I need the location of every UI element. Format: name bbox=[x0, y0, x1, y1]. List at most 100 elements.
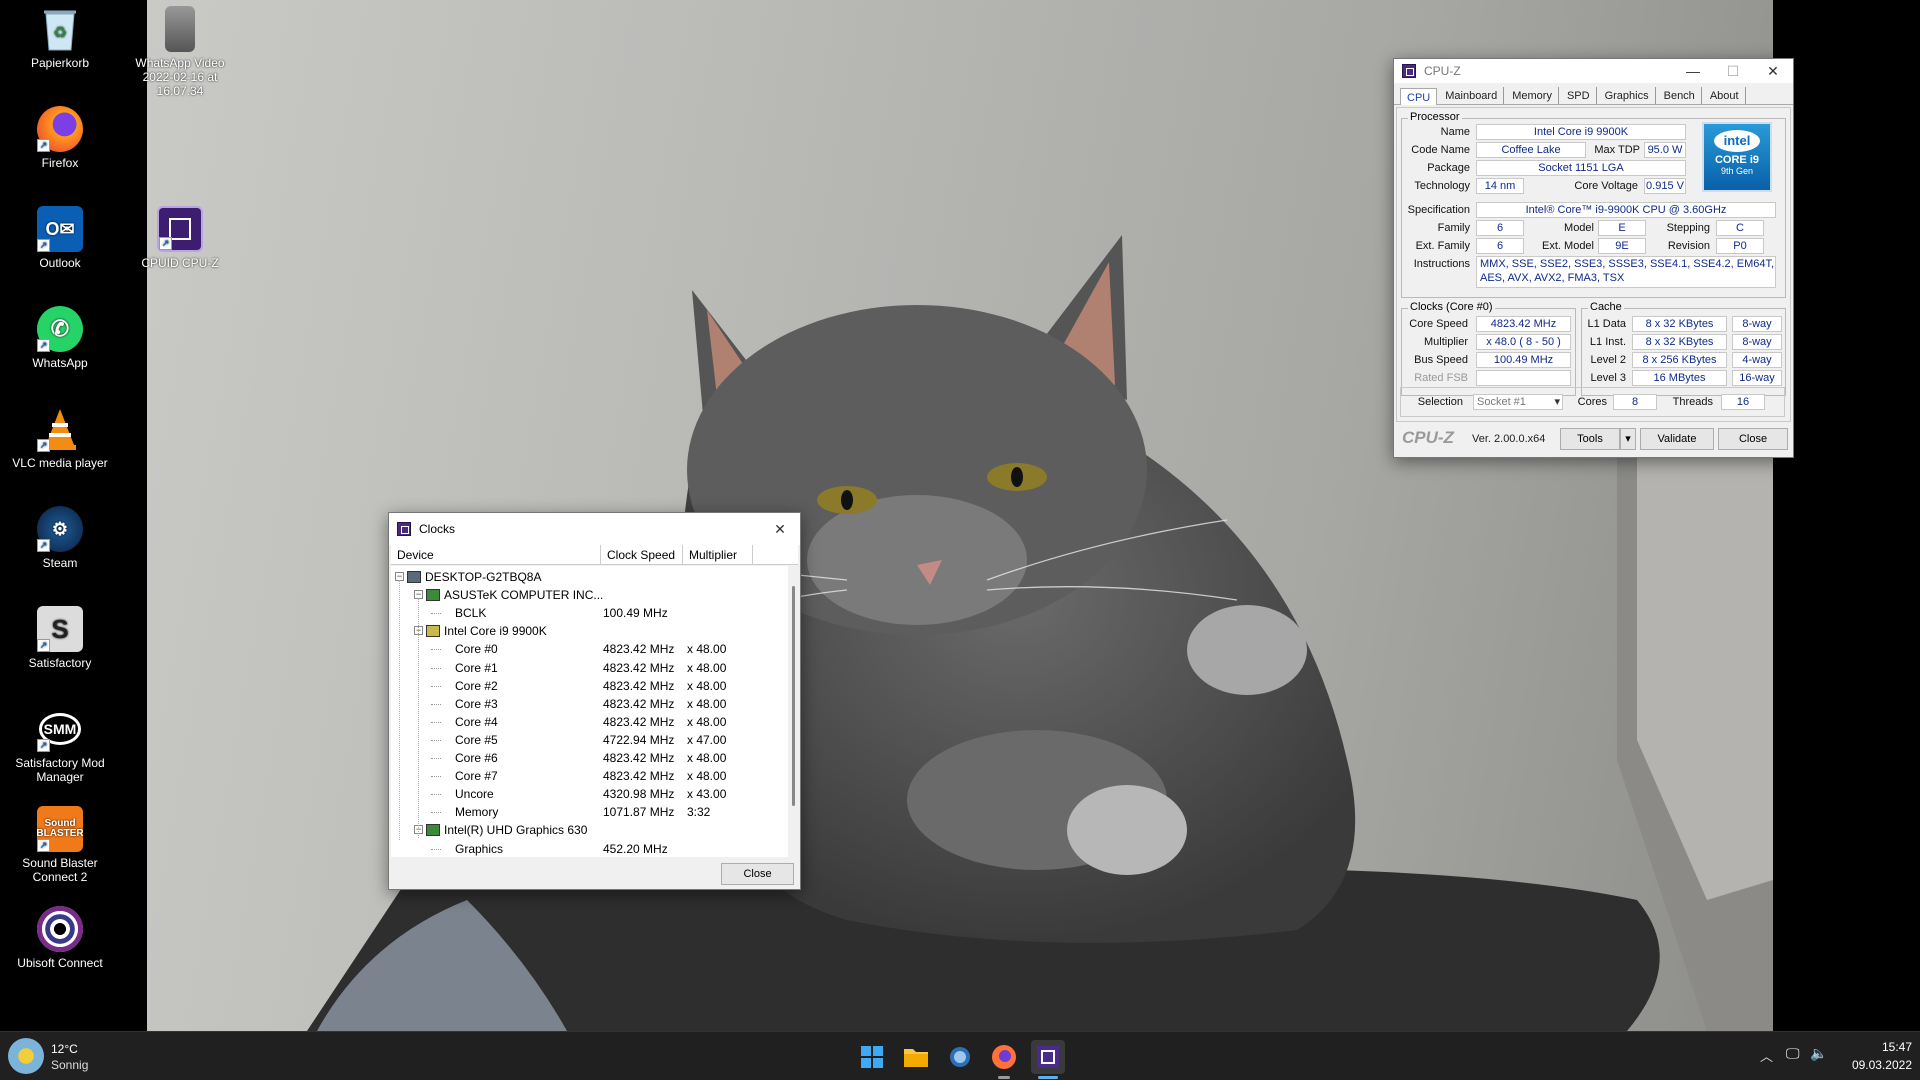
tab-cpu[interactable]: CPU bbox=[1400, 88, 1438, 105]
weather-desc[interactable]: Sonnig bbox=[51, 1058, 88, 1072]
desktop-icon-sound-blaster[interactable]: Sound BLASTER ↗ Sound Blaster Connect 2 bbox=[0, 806, 120, 884]
multiplier: x 48.00 bbox=[687, 642, 727, 657]
column-multiplier[interactable]: Multiplier bbox=[683, 545, 753, 564]
rated-fsb bbox=[1476, 370, 1571, 386]
desktop-icon-label: WhatsApp Video 2022-02-16 at 16.07.34 bbox=[135, 56, 225, 98]
desktop-icon-outlook[interactable]: O✉ ↗ Outlook bbox=[0, 206, 120, 270]
clock-speed: 4823.42 MHz bbox=[603, 678, 675, 693]
tree-row[interactable]: Core #6 4823.42 MHz x 48.00 bbox=[391, 749, 789, 767]
close-window-button[interactable]: ✕ bbox=[1753, 59, 1793, 83]
socket-select[interactable]: Socket #1 ▾ bbox=[1473, 394, 1563, 410]
smm-icon: SMM ↗ bbox=[37, 706, 83, 752]
tab-bench[interactable]: Bench bbox=[1658, 87, 1702, 104]
scrollbar[interactable] bbox=[788, 566, 800, 857]
chevron-down-icon: ▾ bbox=[1554, 396, 1560, 408]
field-label: Core Speed bbox=[1409, 318, 1468, 330]
desktop-icon-whatsapp[interactable]: ✆ ↗ WhatsApp bbox=[0, 306, 120, 370]
multiplier: x 48.0 ( 8 - 50 ) bbox=[1476, 334, 1571, 350]
desktop-icon-label: WhatsApp bbox=[32, 356, 88, 370]
column-clock-speed[interactable]: Clock Speed bbox=[601, 545, 683, 564]
tools-dropdown-button[interactable]: ▾ bbox=[1620, 428, 1636, 450]
desktop-icon-whatsapp-video[interactable]: WhatsApp Video 2022-02-16 at 16.07.34 bbox=[120, 6, 240, 98]
clocks-titlebar[interactable]: Clocks ✕ bbox=[389, 513, 800, 545]
tab-memory[interactable]: Memory bbox=[1506, 87, 1559, 104]
firefox-icon[interactable] bbox=[987, 1040, 1021, 1074]
tree-row[interactable]: Core #0 4823.42 MHz x 48.00 bbox=[391, 640, 789, 658]
weather-temp[interactable]: 12°C bbox=[51, 1042, 78, 1056]
desktop-icon-cpuz[interactable]: ↗ CPUID CPU-Z bbox=[120, 206, 240, 270]
cpuz-icon bbox=[1402, 64, 1416, 78]
desktop-icon-firefox[interactable]: ↗ Firefox bbox=[0, 106, 120, 170]
tree-row[interactable]: − Intel(R) UHD Graphics 630 bbox=[391, 821, 789, 839]
maximize-button[interactable]: ☐ bbox=[1713, 59, 1753, 83]
tree-row[interactable]: Core #5 4722.94 MHz x 47.00 bbox=[391, 731, 789, 749]
validate-button[interactable]: Validate bbox=[1640, 428, 1714, 450]
chevron-up-icon[interactable]: ︿ bbox=[1760, 1046, 1773, 1065]
cpuz-icon[interactable] bbox=[1031, 1040, 1065, 1074]
tree-row[interactable]: BCLK 100.49 MHz bbox=[391, 604, 789, 622]
tools-button[interactable]: Tools bbox=[1560, 428, 1620, 450]
tree-row[interactable]: Core #2 4823.42 MHz x 48.00 bbox=[391, 677, 789, 695]
tree-row[interactable]: Core #3 4823.42 MHz x 48.00 bbox=[391, 695, 789, 713]
cpuz-titlebar[interactable]: CPU-Z — ☐ ✕ bbox=[1394, 59, 1793, 83]
tree-line bbox=[431, 667, 441, 669]
ubisoft-icon bbox=[37, 906, 83, 952]
desktop-icon-label: Satisfactory bbox=[28, 656, 92, 670]
close-button[interactable]: Close bbox=[1718, 428, 1788, 450]
tree-guide bbox=[399, 580, 400, 840]
desktop-icon-satisfactory[interactable]: S ↗ Satisfactory bbox=[0, 606, 120, 670]
volume-icon[interactable]: 🔈 bbox=[1810, 1045, 1827, 1062]
device-name: Core #1 bbox=[455, 660, 498, 675]
desktop-icon-ubisoft[interactable]: Ubisoft Connect bbox=[0, 906, 120, 970]
file-explorer-icon[interactable] bbox=[899, 1040, 933, 1074]
tab-graphics[interactable]: Graphics bbox=[1599, 87, 1656, 104]
desktop-icon-vlc[interactable]: ↗ VLC media player bbox=[0, 406, 120, 470]
tree-line bbox=[431, 703, 441, 705]
desktop-icon-steam[interactable]: ⚙ ↗ Steam bbox=[0, 506, 120, 570]
tree-row[interactable]: − Intel Core i9 9900K bbox=[391, 622, 789, 640]
tree-line bbox=[431, 739, 441, 741]
desktop-icon-label: VLC media player bbox=[12, 456, 108, 470]
whatsapp-icon: ✆ ↗ bbox=[37, 306, 83, 352]
threads: 16 bbox=[1721, 394, 1765, 410]
device-name: DESKTOP-G2TBQ8A bbox=[425, 570, 542, 584]
tree-row[interactable]: − DESKTOP-G2TBQ8A bbox=[391, 568, 789, 586]
minimize-button[interactable]: — bbox=[1673, 59, 1713, 83]
tree-row[interactable]: Uncore 4320.98 MHz x 43.00 bbox=[391, 785, 789, 803]
clocks-tree: − DESKTOP-G2TBQ8A − ASUSTeK COMPUTER INC...… bbox=[391, 566, 789, 857]
field-label: Revision bbox=[1667, 240, 1710, 252]
tree-row[interactable]: − ASUSTeK COMPUTER INC... bbox=[391, 586, 789, 604]
weather-sun-icon[interactable] bbox=[8, 1038, 44, 1074]
l1-data: 8 x 32 KBytes bbox=[1632, 316, 1727, 332]
tab-about[interactable]: About bbox=[1704, 87, 1746, 104]
specification: Intel® Core™ i9-9900K CPU @ 3.60GHz bbox=[1476, 202, 1776, 218]
device-name: Intel(R) UHD Graphics 630 bbox=[444, 823, 588, 838]
start-icon[interactable] bbox=[855, 1040, 889, 1074]
close-button[interactable]: Close bbox=[721, 863, 794, 885]
device-name: Core #7 bbox=[455, 769, 498, 784]
cpuz-footer: CPU-Z Ver. 2.00.0.x64 Tools ▾ Validate C… bbox=[1394, 425, 1793, 455]
tree-row[interactable]: Core #1 4823.42 MHz x 48.00 bbox=[391, 659, 789, 677]
recycle-bin-icon: ♻ bbox=[37, 6, 83, 52]
tree-row[interactable]: Memory 1071.87 MHz 3:32 bbox=[391, 803, 789, 821]
level-3: 16 MBytes bbox=[1632, 370, 1727, 386]
tree-row[interactable]: Core #4 4823.42 MHz x 48.00 bbox=[391, 713, 789, 731]
tab-mainboard[interactable]: Mainboard bbox=[1439, 87, 1505, 104]
column-device[interactable]: Device bbox=[391, 545, 601, 564]
tab-spd[interactable]: SPD bbox=[1561, 87, 1597, 104]
clock-time[interactable]: 15:47 bbox=[1848, 1040, 1912, 1054]
desktop-icon-label: Sound Blaster Connect 2 bbox=[22, 856, 98, 884]
core-speed: 4823.42 MHz bbox=[1476, 316, 1571, 332]
desktop-icon-recycle-bin[interactable]: ♻ Papierkorb bbox=[0, 6, 120, 70]
clock-speed: 4823.42 MHz bbox=[603, 769, 675, 784]
field-label: Multiplier bbox=[1423, 336, 1468, 348]
tree-row[interactable]: Graphics 452.20 MHz bbox=[391, 840, 789, 858]
field-label: L1 Inst. bbox=[1589, 336, 1626, 348]
scrollbar-thumb[interactable] bbox=[792, 586, 795, 806]
clock-date[interactable]: 09.03.2022 bbox=[1838, 1058, 1912, 1072]
cortana-icon[interactable] bbox=[943, 1040, 977, 1074]
close-window-button[interactable]: ✕ bbox=[760, 513, 800, 545]
desktop-icon-smm[interactable]: SMM ↗ Satisfactory Mod Manager bbox=[0, 706, 120, 784]
tree-row[interactable]: Core #7 4823.42 MHz x 48.00 bbox=[391, 767, 789, 785]
network-icon[interactable]: 🖵 bbox=[1786, 1045, 1800, 1062]
